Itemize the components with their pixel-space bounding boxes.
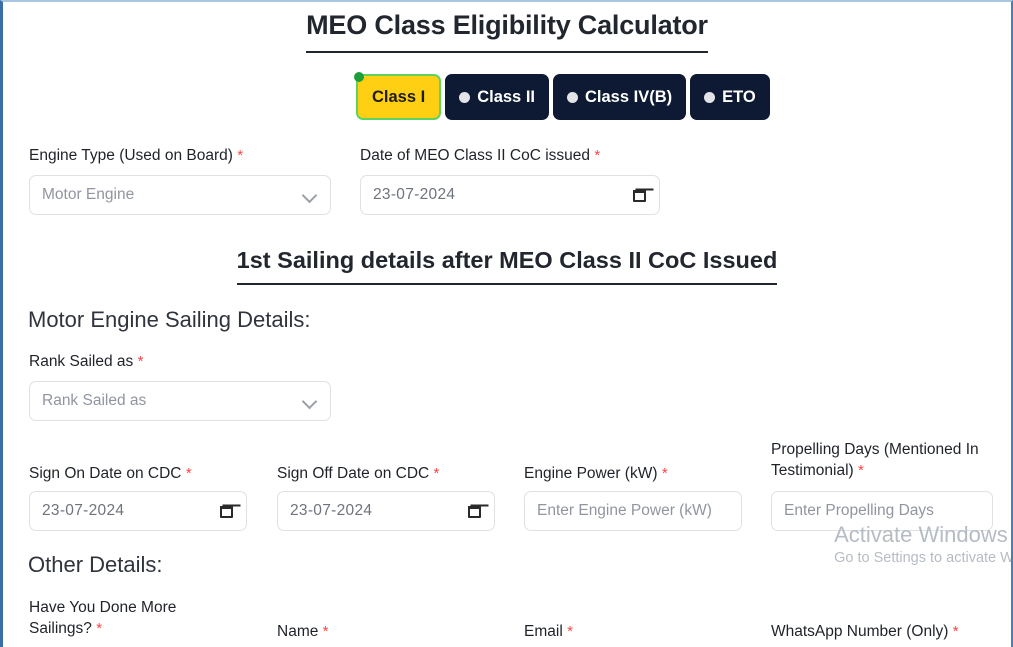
propelling-days-label: Propelling Days (Mentioned In Testimonia… [771,441,979,479]
propelling-days-input[interactable]: Enter Propelling Days [771,491,993,531]
rank-sailed-label: Rank Sailed as * [29,353,144,370]
name-label: Name * [277,623,329,640]
class-option-label: Class I [372,87,426,106]
engine-power-label: Engine Power (kW) * [524,465,668,482]
sign-off-date-value: 23-07-2024 [290,502,373,519]
coc-date-label: Date of MEO Class II CoC issued * [360,147,601,164]
class-selector: Class I Class II Class IV(B) ETO [354,72,770,120]
required-marker: * [433,465,440,482]
chevron-down-icon [302,187,318,203]
engine-type-select[interactable]: Motor Engine [29,175,331,215]
engine-type-label: Engine Type (Used on Board) * [29,147,244,164]
sign-off-date-label: Sign Off Date on CDC * [277,465,440,482]
class-option-label: Class IV(B) [585,87,673,106]
engine-power-input[interactable]: Enter Engine Power (kW) [524,491,742,531]
required-marker: * [661,465,668,482]
sailing-section-heading: 1st Sailing details after MEO Class II C… [3,247,1011,285]
coc-date-input[interactable]: 23-07-2024 [360,175,660,215]
class-option-label: Class II [477,87,535,106]
more-sailings-label: Have You Done More Sailings? * [29,599,177,637]
calendar-icon[interactable] [633,188,647,203]
radio-dot-icon [704,91,716,103]
radio-dot-icon [354,72,364,82]
rank-sailed-select[interactable]: Rank Sailed as [29,381,331,421]
sign-on-date-label: Sign On Date on CDC * [29,465,192,482]
page-title: MEO Class Eligibility Calculator [3,10,1011,53]
calendar-icon[interactable] [468,504,482,519]
class-option-class-i[interactable]: Class I [354,72,442,120]
class-option-class-iv-b[interactable]: Class IV(B) [553,74,687,120]
whatsapp-label: WhatsApp Number (Only) * [771,623,959,640]
required-marker: * [952,623,959,640]
required-marker: * [137,353,144,370]
required-marker: * [237,147,244,164]
required-marker: * [567,623,573,640]
engine-type-value: Motor Engine [42,186,135,203]
calendar-icon[interactable] [220,504,234,519]
other-details-subheading: Other Details: [28,552,163,577]
required-marker: * [185,465,192,482]
required-marker: * [322,623,329,640]
propelling-days-placeholder: Enter Propelling Days [784,502,934,519]
class-option-label: ETO [722,87,756,106]
engine-power-placeholder: Enter Engine Power (kW) [537,502,712,519]
form-page: MEO Class Eligibility Calculator Class I… [3,2,1011,647]
required-marker: * [858,462,864,479]
required-marker: * [594,147,601,164]
coc-date-value: 23-07-2024 [373,186,456,203]
rank-sailed-placeholder: Rank Sailed as [42,392,147,409]
required-marker: * [96,620,103,637]
email-label: Email * [524,623,573,640]
chevron-down-icon [302,393,318,409]
motor-engine-sailing-subheading: Motor Engine Sailing Details: [28,307,311,332]
watermark-line-2: Go to Settings to activate Windows. [834,550,1013,566]
sign-on-date-value: 23-07-2024 [42,502,125,519]
radio-dot-icon [567,91,578,103]
app-window: MEO Class Eligibility Calculator Class I… [0,0,1013,647]
radio-dot-icon [459,91,471,103]
sign-on-date-input[interactable]: 23-07-2024 [29,491,247,531]
sign-off-date-input[interactable]: 23-07-2024 [277,491,495,531]
page-title-text: MEO Class Eligibility Calculator [306,10,708,53]
class-option-eto[interactable]: ETO [690,74,770,120]
sailing-section-heading-text: 1st Sailing details after MEO Class II C… [236,247,778,285]
class-option-class-ii[interactable]: Class II [445,74,549,120]
